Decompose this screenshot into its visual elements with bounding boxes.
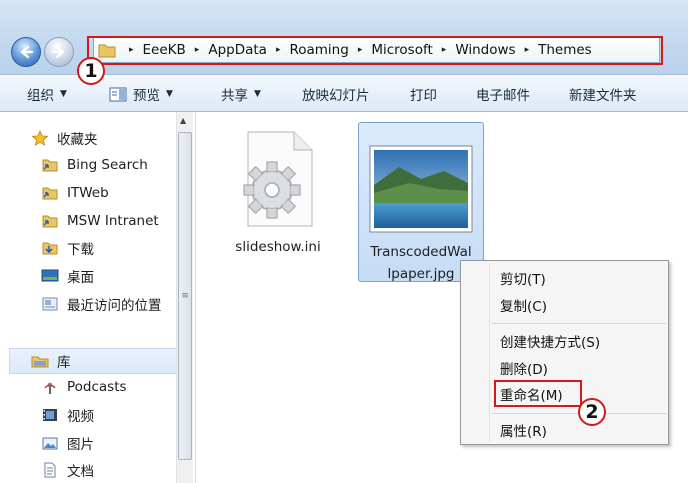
nav-label: 桌面 (67, 270, 94, 286)
breadcrumb-separator: ▸ (129, 45, 134, 55)
image-thumbnail (369, 145, 473, 233)
share-label: 共享 (221, 88, 248, 104)
breadcrumb-separator[interactable]: ▸ (525, 45, 530, 55)
nav-label: Podcasts (67, 379, 127, 395)
video-icon (43, 409, 57, 421)
file-item-transcoded-wallpaper[interactable]: TranscodedWal lpaper.jpg (358, 122, 484, 282)
nav-label: ITWeb (67, 185, 109, 201)
step-badge-2: 2 (578, 398, 606, 426)
menu-item-properties[interactable]: 属性(R) (500, 419, 547, 441)
nav-label: Bing Search (67, 157, 148, 173)
nav-favorites-header[interactable]: 收藏夹 (31, 127, 98, 149)
link-folder-icon (42, 215, 58, 228)
menu-item-cut[interactable]: 剪切(T) (500, 267, 546, 289)
step-badge-1: 1 (77, 57, 105, 85)
nav-item-downloads[interactable]: 下载 (41, 237, 94, 259)
chevron-down-icon: ▼ (254, 89, 261, 99)
nav-item-pictures[interactable]: 图片 (41, 432, 94, 454)
nav-libraries-header[interactable]: 库 (31, 350, 71, 372)
breadcrumb-separator[interactable]: ▸ (442, 45, 447, 55)
organize-label: 组织 (27, 88, 54, 104)
config-file-icon (243, 131, 313, 227)
nav-label: 下载 (67, 242, 94, 258)
menu-item-rename[interactable]: 重命名(M) (500, 383, 563, 405)
command-toolbar: 组织 ▼ 预览 ▼ 共享 ▼ 放映幻灯片 打印 电子邮件 新建文件夹 (0, 74, 688, 112)
breadcrumb-item-appdata[interactable]: AppData (208, 42, 267, 58)
nav-label: 库 (57, 355, 71, 371)
breadcrumb[interactable]: ▸ EeeKB ▸ AppData ▸ Roaming ▸ Microsoft … (93, 37, 660, 63)
preview-label: 预览 (133, 88, 160, 104)
star-icon (31, 130, 49, 146)
preview-pane-icon (109, 87, 127, 101)
recent-places-icon (42, 297, 58, 311)
nav-item-podcasts[interactable]: Podcasts (41, 376, 127, 398)
nav-item-itweb[interactable]: ITWeb (41, 182, 109, 204)
breadcrumb-item-microsoft[interactable]: Microsoft (371, 42, 432, 58)
navigation-pane: 收藏夹 Bing Search ITWeb MSW Intranet 下载 桌面… (0, 112, 196, 483)
email-button[interactable]: 电子邮件 (476, 75, 530, 113)
new-folder-button[interactable]: 新建文件夹 (569, 75, 637, 113)
menu-separator (491, 323, 666, 324)
link-folder-icon (42, 159, 58, 172)
nav-item-desktop[interactable]: 桌面 (41, 265, 94, 287)
menu-item-create-shortcut[interactable]: 创建快捷方式(S) (500, 330, 600, 352)
breadcrumb-item-windows[interactable]: Windows (455, 42, 515, 58)
breadcrumb-separator[interactable]: ▸ (358, 45, 363, 55)
print-button[interactable]: 打印 (410, 75, 437, 113)
folder-icon (98, 44, 116, 58)
nav-label: 视频 (67, 409, 94, 425)
back-button[interactable] (11, 37, 41, 67)
menu-item-delete[interactable]: 删除(D) (500, 357, 548, 379)
link-folder-icon (42, 187, 58, 200)
downloads-folder-icon (42, 242, 58, 255)
back-arrow-icon (20, 45, 34, 59)
picture-icon (42, 437, 58, 450)
desktop-icon (41, 269, 59, 282)
scroll-grip-icon: ≡ (181, 290, 189, 301)
breadcrumb-item-roaming[interactable]: Roaming (289, 42, 348, 58)
nav-label: 最近访问的位置 (67, 298, 162, 314)
breadcrumb-item-themes[interactable]: Themes (538, 42, 592, 58)
breadcrumb-separator[interactable]: ▸ (195, 45, 200, 55)
libraries-icon (31, 356, 49, 368)
file-name: slideshow.ini (235, 239, 321, 255)
document-icon (44, 462, 56, 478)
forward-button[interactable] (44, 37, 74, 67)
nav-label: 文档 (67, 464, 94, 480)
context-menu: 剪切(T) 复制(C) 创建快捷方式(S) 删除(D) 重命名(M) 属性(R) (460, 260, 669, 445)
file-item-slideshow-ini[interactable]: slideshow.ini (222, 124, 334, 258)
nav-label: MSW Intranet (67, 213, 159, 229)
scrollbar-thumb[interactable]: ≡ (178, 132, 192, 460)
preview-button[interactable]: 预览 ▼ (109, 75, 173, 113)
podcast-icon (44, 382, 56, 394)
nav-item-bing-search[interactable]: Bing Search (41, 154, 148, 176)
nav-item-videos[interactable]: 视频 (41, 404, 94, 426)
menu-item-copy[interactable]: 复制(C) (500, 294, 547, 316)
slideshow-button[interactable]: 放映幻灯片 (302, 75, 370, 113)
nav-label: 图片 (67, 437, 94, 453)
address-bar-area: ▸ EeeKB ▸ AppData ▸ Roaming ▸ Microsoft … (0, 0, 688, 74)
nav-label: 收藏夹 (57, 132, 98, 148)
organize-button[interactable]: 组织 ▼ (27, 75, 67, 113)
scroll-up-arrow-icon[interactable]: ▲ (180, 116, 186, 125)
chevron-down-icon: ▼ (166, 89, 173, 99)
nav-item-documents[interactable]: 文档 (41, 459, 94, 481)
forward-arrow-icon (51, 45, 65, 59)
breadcrumb-item-eeekb[interactable]: EeeKB (143, 42, 186, 58)
share-button[interactable]: 共享 ▼ (221, 75, 261, 113)
nav-item-msw-intranet[interactable]: MSW Intranet (41, 210, 159, 232)
menu-gutter (489, 263, 490, 442)
chevron-down-icon: ▼ (60, 89, 67, 99)
nav-item-recent-places[interactable]: 最近访问的位置 (41, 293, 162, 315)
nav-scrollbar[interactable]: ▲ ≡ (176, 112, 193, 483)
breadcrumb-separator[interactable]: ▸ (276, 45, 281, 55)
